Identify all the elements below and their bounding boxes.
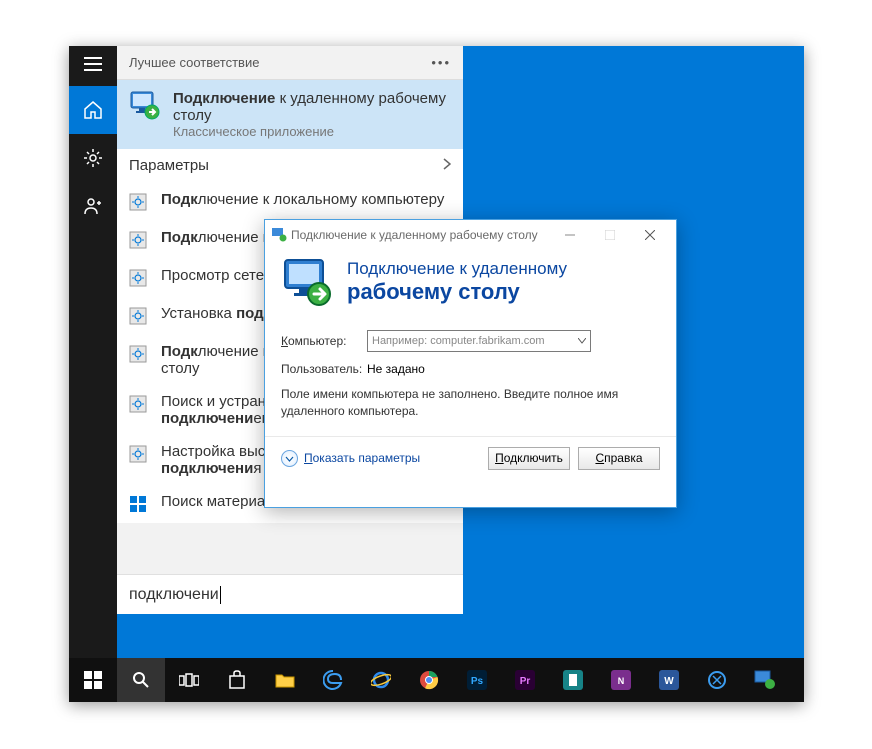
rdp-app-icon: [129, 90, 161, 122]
chrome-icon[interactable]: [405, 658, 453, 702]
svg-text:N: N: [618, 676, 625, 686]
text-caret: [220, 586, 221, 604]
rdp-banner-icon: [281, 256, 333, 308]
rdp-banner-line2: рабочему столу: [347, 279, 567, 305]
settings-gear-icon: [129, 269, 149, 289]
home-icon[interactable]: [69, 86, 117, 134]
task-view-icon[interactable]: [165, 658, 213, 702]
expand-down-icon: [281, 450, 298, 467]
start-left-sidebar: [69, 46, 117, 658]
app-teal-icon[interactable]: [549, 658, 597, 702]
gear-icon[interactable]: [69, 134, 117, 182]
settings-gear-icon: [129, 307, 149, 327]
close-button[interactable]: [630, 220, 670, 250]
chevron-right-icon: [443, 149, 451, 183]
svg-text:Pr: Pr: [520, 676, 531, 687]
settings-item-text: Подключение к локальному компьютеру: [161, 191, 444, 208]
settings-gear-icon: [129, 445, 149, 465]
svg-text:W: W: [664, 676, 674, 687]
word-icon[interactable]: W: [645, 658, 693, 702]
computer-label: Компьютер:: [281, 334, 367, 348]
minimize-button[interactable]: [550, 220, 590, 250]
settings-item[interactable]: Подключение к локальному компьютеру: [117, 183, 463, 221]
best-match-title-bold: Подключение: [173, 90, 275, 107]
chevron-down-icon: [578, 335, 586, 347]
hamburger-icon[interactable]: [69, 46, 117, 82]
rdp-title-text: Подключение к удаленному рабочему столу: [287, 228, 550, 242]
user-icon[interactable]: [69, 182, 117, 230]
maximize-button[interactable]: [590, 220, 630, 250]
search-input-text: подключени: [129, 586, 219, 604]
connect-button[interactable]: Подключить: [488, 447, 570, 470]
best-match-header: Лучшее соответствие: [129, 46, 259, 80]
settings-gear-icon: [129, 193, 149, 213]
store-icon: [129, 495, 149, 515]
more-icon[interactable]: •••: [431, 46, 451, 80]
rdp-note-text: Поле имени компьютера не заполнено. Введ…: [281, 386, 660, 420]
user-label: Пользователь:: [281, 362, 367, 376]
show-options-link[interactable]: Показать параметры: [281, 450, 420, 467]
taskbar-search-icon[interactable]: [117, 658, 165, 702]
onenote-icon[interactable]: N: [597, 658, 645, 702]
settings-gear-icon: [129, 231, 149, 251]
parameters-label: Параметры: [129, 149, 209, 183]
search-field-row[interactable]: подключени: [117, 574, 463, 614]
parameters-category[interactable]: Параметры: [117, 149, 463, 183]
computer-placeholder: Например: computer.fabrikam.com: [372, 335, 545, 347]
user-value: Не задано: [367, 362, 425, 376]
app-blue-icon[interactable]: [693, 658, 741, 702]
rdp-titlebar[interactable]: Подключение к удаленному рабочему столу: [265, 220, 676, 250]
edge-icon[interactable]: [309, 658, 357, 702]
taskbar: Ps Pr N W: [69, 658, 804, 702]
rdp-taskbar-icon[interactable]: [741, 658, 789, 702]
settings-gear-icon: [129, 395, 149, 415]
ie-icon[interactable]: [357, 658, 405, 702]
best-match-subtitle: Классическое приложение: [173, 124, 451, 139]
best-match-item[interactable]: Подключение к удаленному рабочему столу …: [117, 80, 463, 149]
rdp-title-icon: [271, 226, 287, 245]
settings-gear-icon: [129, 345, 149, 365]
start-button[interactable]: [69, 658, 117, 702]
desktop-area: Лучшее соответствие ••• Подключение к уд…: [69, 46, 804, 702]
rdp-dialog: Подключение к удаленному рабочему столу …: [264, 219, 677, 508]
premiere-icon[interactable]: Pr: [501, 658, 549, 702]
store-taskbar-icon[interactable]: [213, 658, 261, 702]
file-explorer-icon[interactable]: [261, 658, 309, 702]
help-button[interactable]: Справка: [578, 447, 660, 470]
photoshop-icon[interactable]: Ps: [453, 658, 501, 702]
rdp-banner-line1: Подключение к удаленному: [347, 259, 567, 279]
computer-combobox[interactable]: Например: computer.fabrikam.com: [367, 330, 591, 352]
svg-text:Ps: Ps: [471, 676, 484, 687]
